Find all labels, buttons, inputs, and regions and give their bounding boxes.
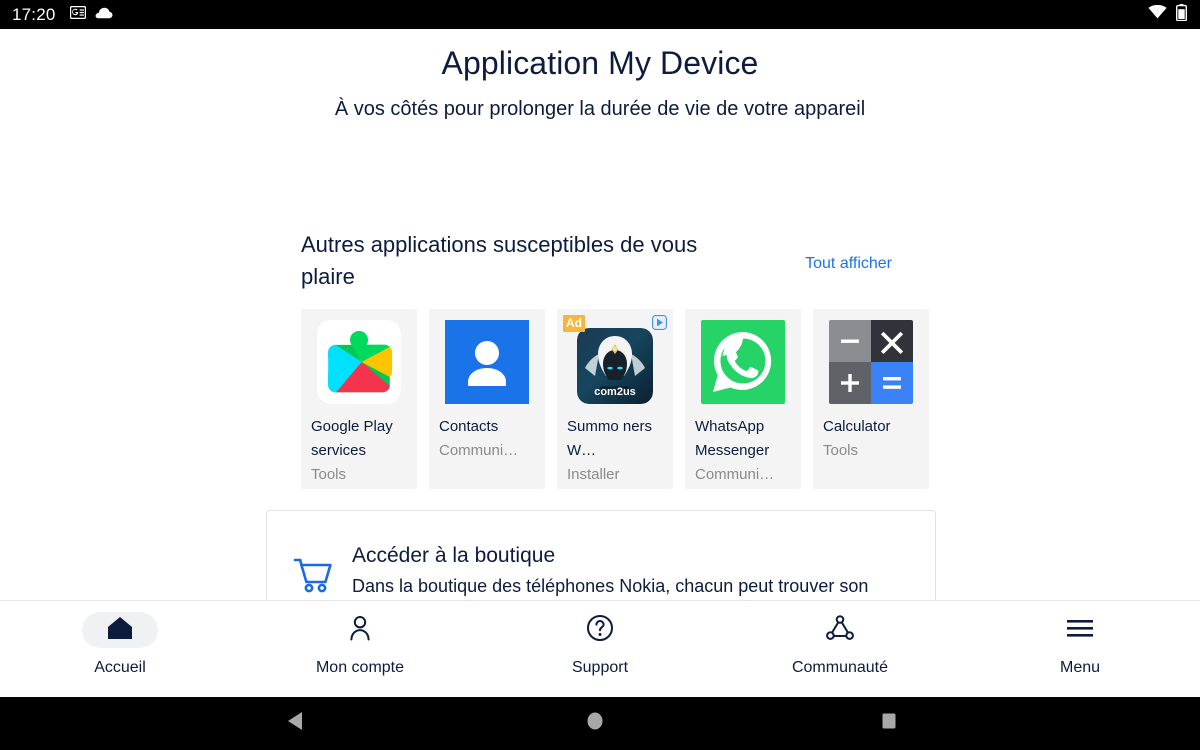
summoners-war-icon: com2us (577, 328, 653, 404)
recents-square-icon (880, 711, 898, 736)
nav-label: Communauté (791, 659, 889, 676)
android-status-bar: 17:20 (0, 0, 1200, 29)
person-icon (346, 614, 374, 647)
app-category: Communi… (439, 442, 519, 459)
adchoices-icon[interactable] (652, 315, 667, 335)
app-category: Tools (823, 442, 859, 459)
app-card-google-play-services[interactable]: Google Play services Tools (301, 309, 417, 489)
section-header: Autres applications susceptibles de vous… (301, 229, 935, 293)
app-category: Communi… (695, 466, 775, 483)
svg-text:com2us: com2us (594, 386, 636, 398)
page-subtitle: À vos côtés pour prolonger la durée de v… (334, 98, 866, 120)
boutique-text: Accéder à la boutique Dans la boutique d… (352, 541, 868, 600)
system-back-button[interactable] (286, 697, 304, 750)
whatsapp-icon (701, 320, 785, 404)
ad-badge: Ad (563, 315, 585, 332)
battery-icon (1175, 3, 1188, 26)
app-content: Application My Device À vos côtés pour p… (0, 29, 1200, 600)
section-title: Autres applications susceptibles de vous… (301, 232, 698, 289)
nav-item-communaute[interactable]: Communauté (720, 601, 960, 677)
google-news-icon (69, 5, 86, 24)
google-play-services-icon (317, 320, 401, 404)
nav-icon-wrap (322, 612, 398, 648)
nav-item-support[interactable]: Support (480, 601, 720, 677)
app-card-list: Google Play services Tools Contacts Comm… (301, 309, 935, 489)
nav-icon-wrap (562, 612, 638, 648)
app-category: Tools (311, 466, 347, 483)
nav-icon-wrap (1042, 612, 1118, 648)
nav-label: Mon compte (315, 659, 405, 676)
help-circle-icon (586, 614, 614, 647)
nav-label: Menu (1059, 659, 1101, 676)
app-card-contacts[interactable]: Contacts Communi… (429, 309, 545, 489)
app-card-whatsapp[interactable]: WhatsApp Messenger Communi… (685, 309, 801, 489)
nav-icon-wrap (802, 612, 878, 648)
hamburger-menu-icon (1065, 617, 1095, 644)
app-name: Google Play services (311, 418, 393, 459)
nav-label: Support (571, 659, 629, 676)
status-bar-clock: 17:20 (12, 5, 56, 24)
app-name: WhatsApp Messenger (695, 418, 770, 459)
cloud-icon (95, 6, 113, 24)
app-name: Summo ners W… (567, 418, 653, 459)
nav-item-mon-compte[interactable]: Mon compte (240, 601, 480, 677)
shopping-cart-icon (293, 557, 339, 598)
recommended-apps-section: Autres applications susceptibles de vous… (301, 229, 935, 489)
home-circle-icon (586, 711, 604, 736)
app-category: Installer (567, 466, 620, 483)
status-bar-system-icons (1148, 0, 1188, 29)
app-card-calculator[interactable]: Calculator Tools (813, 309, 929, 489)
nav-active-pill (82, 612, 158, 648)
contacts-icon (445, 320, 529, 404)
nav-item-accueil[interactable]: Accueil (0, 601, 240, 677)
app-name: Calculator (823, 418, 891, 435)
system-home-button[interactable] (586, 697, 604, 750)
wifi-icon (1148, 4, 1167, 24)
status-bar-notification-icons (69, 5, 113, 24)
app-card-summoners-war[interactable]: Ad com2us Summo ners W… Installer (557, 309, 673, 489)
share-nodes-icon (825, 614, 855, 647)
nav-item-menu[interactable]: Menu (960, 601, 1200, 677)
back-triangle-icon (286, 711, 304, 736)
boutique-card[interactable]: Accéder à la boutique Dans la boutique d… (266, 510, 936, 600)
device-screen: 17:20 Application My Device À vos côtés … (0, 0, 1200, 750)
bottom-navigation-bar: Accueil Mon compte Support Communauté Me… (0, 600, 1200, 697)
app-name: Contacts (439, 418, 499, 435)
calculator-icon (829, 320, 913, 404)
system-recents-button[interactable] (880, 697, 898, 750)
page-title: Application My Device (441, 45, 759, 81)
show-all-link[interactable]: Tout afficher (805, 255, 892, 273)
home-icon (106, 615, 134, 646)
boutique-description: Dans la boutique des téléphones Nokia, c… (352, 576, 869, 596)
nav-label: Accueil (94, 659, 146, 676)
android-system-nav-bar (0, 697, 1200, 750)
boutique-title: Accéder à la boutique (352, 544, 556, 567)
